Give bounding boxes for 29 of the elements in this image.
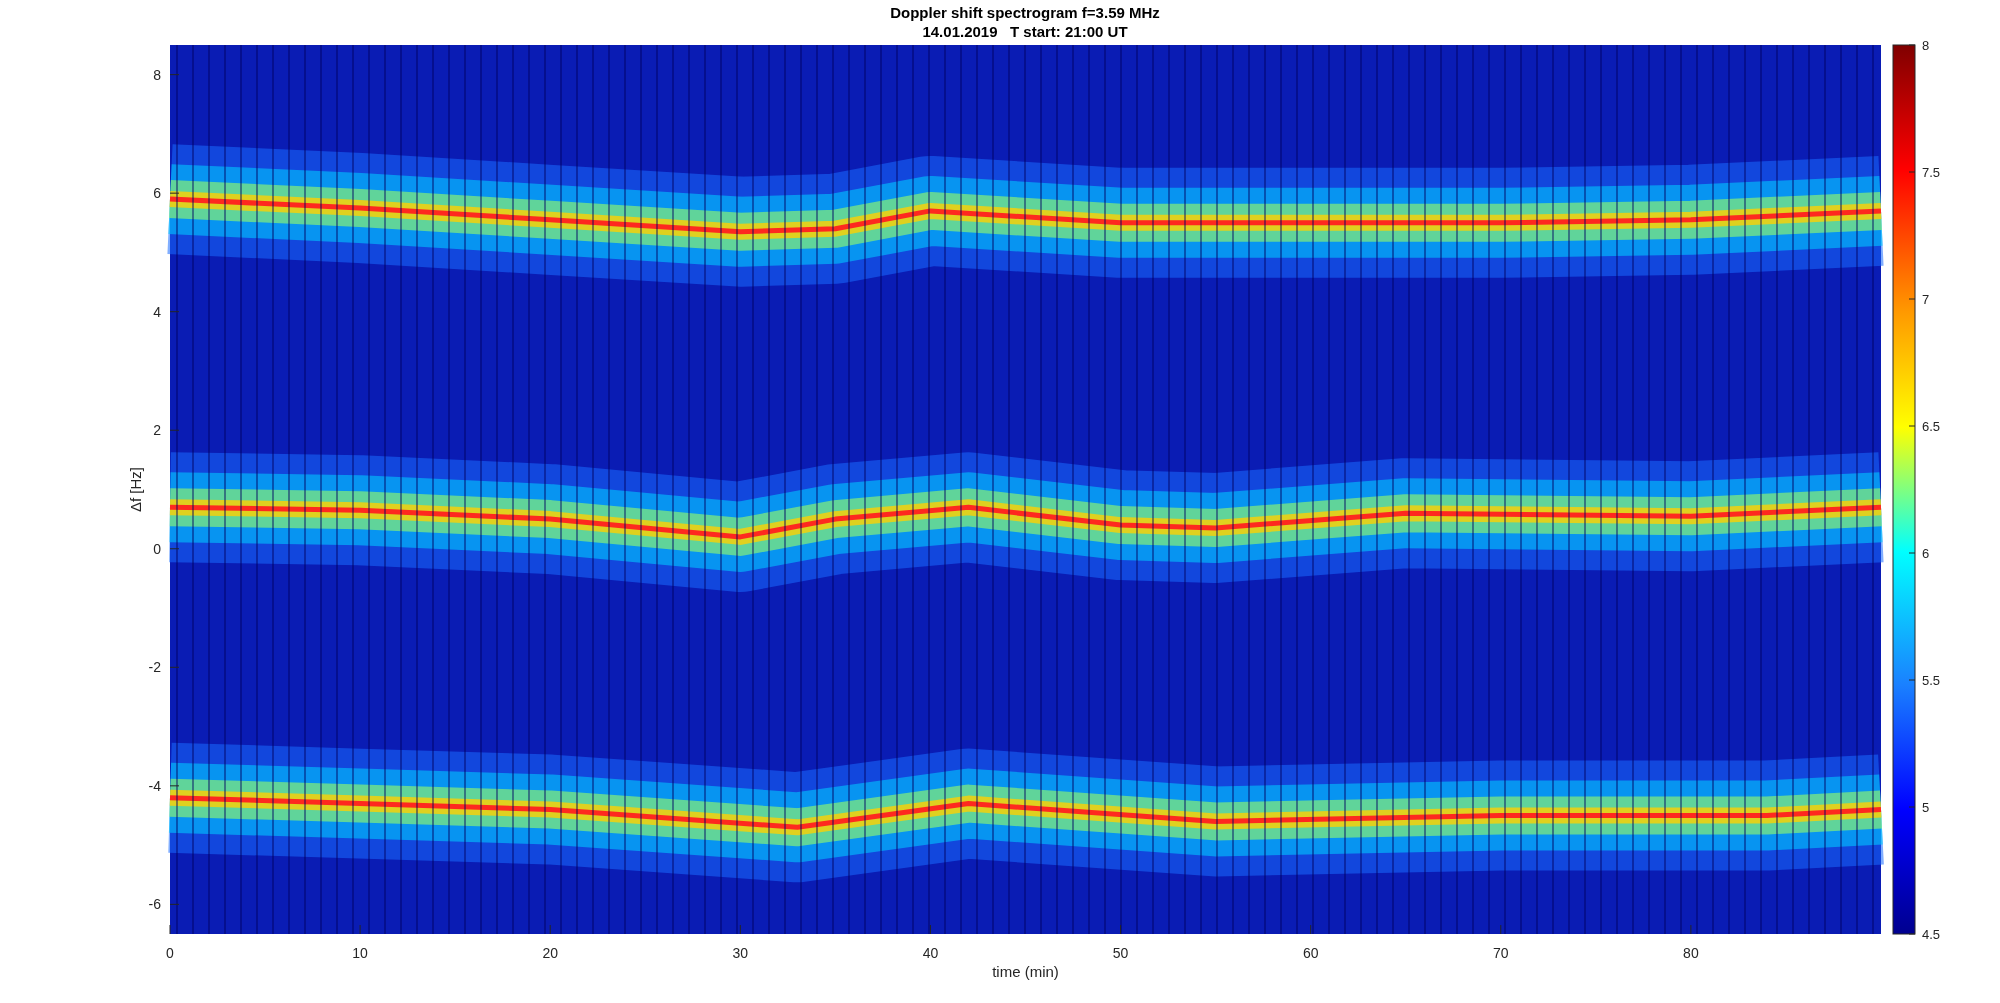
x-tick-label: 70 — [1493, 945, 1509, 961]
x-tick-label: 60 — [1302, 945, 1319, 961]
x-tick-label: 0 — [166, 945, 174, 961]
x-tick-label: 50 — [1112, 945, 1129, 961]
y-tick-label: 6 — [153, 185, 161, 202]
colorbar-tick-label: 8 — [1922, 38, 1930, 53]
x-tick-label: 10 — [352, 945, 368, 961]
y-tick-label: 8 — [153, 66, 161, 83]
y-axis-label: Δf [Hz] — [127, 467, 144, 512]
x-axis-label: time (min) — [992, 963, 1059, 980]
y-tick-label: -2 — [148, 659, 161, 676]
colorbar-tick-label: 7.5 — [1922, 165, 1941, 180]
colorbar-tick-label: 5.5 — [1922, 673, 1941, 688]
colorbar-tick-label: 6 — [1922, 546, 1930, 561]
y-tick-label: 0 — [153, 540, 161, 557]
chart-subtitle: 14.01.2019 T start: 21:00 UT — [922, 23, 1128, 40]
chart-title: Doppler shift spectrogram f=3.59 MHz — [890, 4, 1160, 21]
x-tick-label: 40 — [922, 945, 939, 961]
y-tick-label: -6 — [148, 896, 161, 913]
y-tick-label: 2 — [153, 422, 161, 439]
colorbar-tick-label: 5 — [1922, 800, 1930, 815]
y-tick-label: 4 — [153, 303, 161, 320]
x-tick-label: 30 — [732, 945, 749, 961]
x-tick-label: 80 — [1683, 945, 1699, 961]
y-tick-label: -4 — [148, 777, 161, 794]
x-tick-label: 20 — [542, 945, 558, 961]
colorbar-tick-label: 7 — [1922, 292, 1930, 307]
colorbar-tick-label: 4.5 — [1922, 927, 1941, 942]
colorbar-tick-label: 6.5 — [1922, 419, 1941, 434]
